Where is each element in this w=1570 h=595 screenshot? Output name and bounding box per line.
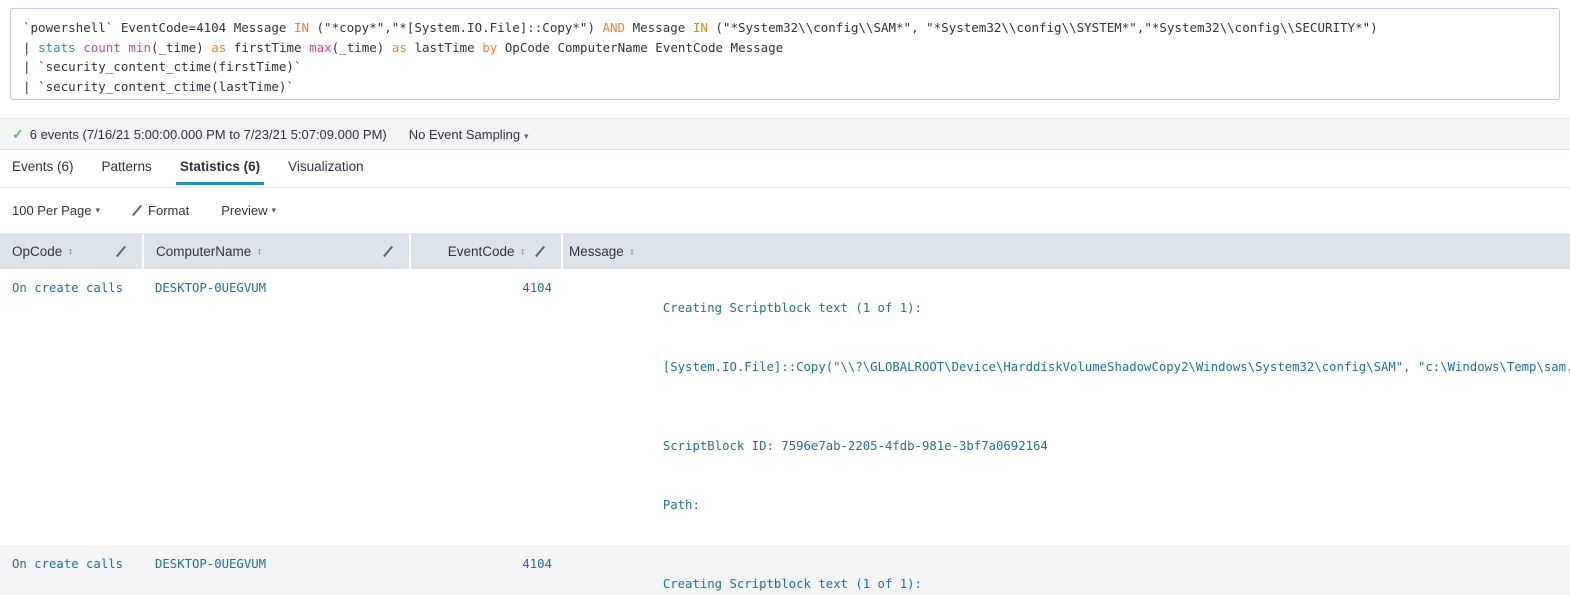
sort-icon[interactable]: ↕ <box>257 247 262 256</box>
column-header-eventcode-label: EventCode <box>447 244 515 259</box>
column-header-opcode-label: OpCode <box>12 244 63 259</box>
spl-token: Message <box>625 20 693 35</box>
spl-token: OpCode ComputerName EventCode Message <box>497 39 784 55</box>
cell-computername[interactable]: DESKTOP-0UEGVUM <box>143 269 410 545</box>
sort-icon[interactable]: ↕ <box>630 247 635 256</box>
spl-token: | `security_content_ctime(lastTime)` <box>23 78 294 94</box>
preview-label: Preview <box>221 203 268 218</box>
per-page-dropdown[interactable]: 100 Per Page ▾ <box>12 203 100 218</box>
spl-token: ("*System32\\config\\SAM*", "*System32\\… <box>707 20 1378 35</box>
cell-message[interactable]: Creating Scriptblock text (1 of 1): [Sys… <box>562 269 1570 545</box>
tab-patterns[interactable]: Patterns <box>88 151 166 184</box>
tab-patterns-label: Patterns <box>101 159 152 174</box>
tab-events[interactable]: Events (6) <box>12 151 88 184</box>
spl-token: | `security_content_ctime(firstTime)` <box>23 59 302 75</box>
results-summary-bar: ✓ 6 events (7/16/21 5:00:00.000 PM to 7/… <box>0 118 1570 150</box>
spl-token: lastTime <box>406 39 483 55</box>
search-complete-check-icon: ✓ <box>12 125 24 142</box>
pencil-icon[interactable] <box>383 246 394 257</box>
message-path: Path: <box>662 497 700 512</box>
chevron-down-icon: ▾ <box>524 130 529 141</box>
cell-message[interactable]: Creating Scriptblock text (1 of 1): [Sys… <box>562 545 1570 595</box>
table-row[interactable]: On create calls DESKTOP-0UEGVUM 4104 Cre… <box>0 545 1570 595</box>
event-sampling-dropdown[interactable]: No Event Sampling ▾ <box>409 127 529 142</box>
event-sampling-label: No Event Sampling <box>408 126 521 142</box>
spl-query-text[interactable]: `powershell` EventCode=4104 Message IN (… <box>23 18 1547 96</box>
format-label: Format <box>148 203 190 218</box>
chevron-down-icon: ▾ <box>95 205 101 215</box>
cell-computername[interactable]: DESKTOP-0UEGVUM <box>143 545 410 595</box>
tab-events-label: Events (6) <box>12 159 74 174</box>
spl-token: IN <box>293 20 309 35</box>
message-line-1: Creating Scriptblock text (1 of 1): <box>662 576 922 591</box>
column-header-computername[interactable]: ComputerName ↕ <box>143 234 411 269</box>
tab-visualization[interactable]: Visualization <box>274 151 378 184</box>
tab-statistics-label: Statistics (6) <box>179 159 261 174</box>
spl-token: firstTime <box>226 39 310 55</box>
preview-dropdown[interactable]: Preview ▾ <box>221 203 276 218</box>
pencil-icon <box>132 205 143 216</box>
chevron-down-icon: ▾ <box>271 205 276 215</box>
column-header-message[interactable]: Message ↕ <box>562 234 1570 269</box>
search-query-bar[interactable]: `powershell` EventCode=4104 Message IN (… <box>10 8 1560 100</box>
spl-token: ("*copy*","*[System.IO.File]::Copy*") <box>309 20 603 35</box>
pencil-icon[interactable] <box>535 246 546 257</box>
table-body: On create calls DESKTOP-0UEGVUM 4104 Cre… <box>0 269 1570 595</box>
message-line-2: [System.IO.File]::Copy("\\?\GLOBALROOT\D… <box>662 359 1570 374</box>
sort-icon[interactable]: ↕ <box>68 247 73 256</box>
spl-token: (_time) <box>150 39 212 55</box>
spl-token: as <box>391 39 407 55</box>
spl-token: max <box>309 39 332 55</box>
spl-token: IN <box>692 20 708 35</box>
column-header-computername-label: ComputerName <box>156 244 252 259</box>
sort-icon[interactable]: ↕ <box>521 247 526 256</box>
pencil-icon[interactable] <box>116 246 127 257</box>
cell-opcode[interactable]: On create calls <box>0 545 143 595</box>
results-tabs: Events (6) Patterns Statistics (6) Visua… <box>0 151 1570 188</box>
spl-token: count <box>83 39 121 55</box>
statistics-table: OpCode ↕ ComputerName ↕ EventCode ↕ Mess… <box>0 234 1570 595</box>
message-line-1: Creating Scriptblock text (1 of 1): <box>662 300 922 315</box>
spl-token: (_time) <box>331 39 392 55</box>
format-button[interactable]: Format <box>132 203 189 218</box>
spl-token: by <box>482 39 498 55</box>
spl-token: | <box>23 39 39 55</box>
tab-statistics[interactable]: Statistics (6) <box>166 151 274 185</box>
column-header-opcode[interactable]: OpCode ↕ <box>0 234 144 269</box>
spl-token: AND <box>602 20 626 35</box>
message-scriptblock-id: ScriptBlock ID: 7596e7ab-2205-4fdb-981e-… <box>662 438 1048 453</box>
cell-opcode[interactable]: On create calls <box>0 269 143 545</box>
splunk-search-results-page: `powershell` EventCode=4104 Message IN (… <box>0 8 1570 595</box>
per-page-label: 100 Per Page <box>12 203 92 218</box>
table-row[interactable]: On create calls DESKTOP-0UEGVUM 4104 Cre… <box>0 269 1570 545</box>
spl-token: min <box>128 39 151 55</box>
results-toolbar: 100 Per Page ▾ Format Preview ▾ <box>0 188 1570 234</box>
spl-token: `powershell` EventCode=4104 Message <box>23 20 294 35</box>
cell-eventcode[interactable]: 4104 <box>410 545 562 595</box>
tab-visualization-label: Visualization <box>288 159 364 174</box>
column-header-eventcode[interactable]: EventCode ↕ <box>410 234 563 269</box>
table-header-row: OpCode ↕ ComputerName ↕ EventCode ↕ Mess… <box>0 234 1570 269</box>
spl-token: stats <box>38 39 76 55</box>
spl-token: as <box>211 39 227 55</box>
statistics-table-container: OpCode ↕ ComputerName ↕ EventCode ↕ Mess… <box>0 234 1570 595</box>
event-count-summary: 6 events (7/16/21 5:00:00.000 PM to 7/23… <box>29 126 387 142</box>
column-header-message-label: Message <box>569 244 624 259</box>
cell-eventcode[interactable]: 4104 <box>410 269 562 545</box>
